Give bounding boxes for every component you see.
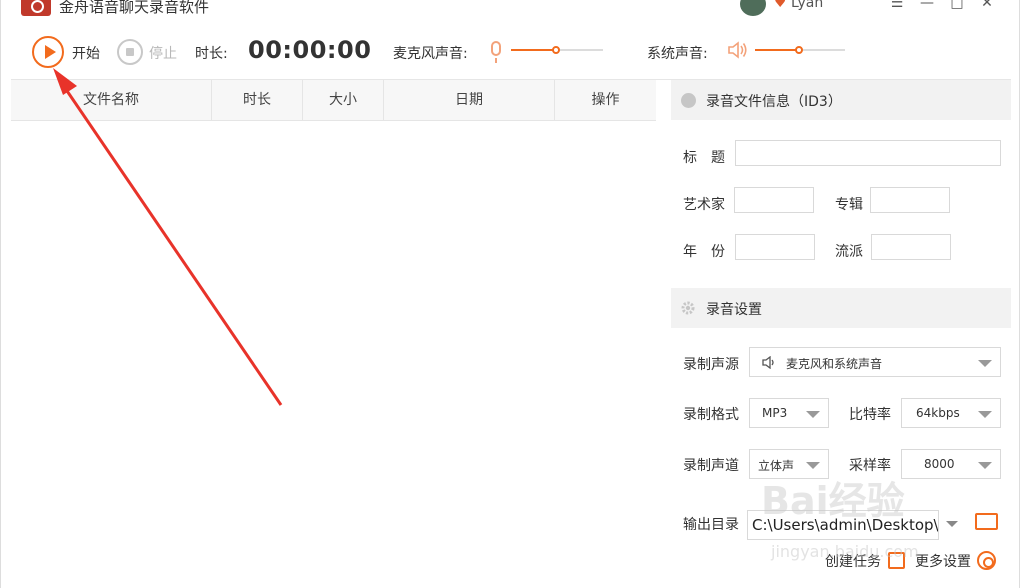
chevron-down-icon (978, 360, 992, 367)
mic-volume-label: 麦克风声音: (393, 46, 468, 62)
task-list-icon[interactable] (888, 552, 905, 569)
mic-volume-knob[interactable] (552, 46, 560, 54)
user-name[interactable]: Lyan (791, 0, 823, 11)
settings-section-header: 录音设置 (671, 288, 1011, 328)
artist-field[interactable] (734, 187, 814, 213)
source-label: 录制声源 (683, 357, 739, 373)
format-select[interactable]: MP3 (749, 398, 829, 428)
year-field[interactable] (735, 234, 815, 260)
year-field-label: 年 份 (683, 244, 725, 260)
settings-section-title: 录音设置 (706, 302, 762, 318)
format-label: 录制格式 (683, 407, 739, 423)
genre-field[interactable] (871, 234, 951, 260)
album-field-label: 专辑 (835, 197, 863, 213)
mic-volume-slider[interactable] (511, 46, 603, 54)
column-header-date[interactable]: 日期 (384, 80, 555, 120)
bitrate-label: 比特率 (849, 407, 891, 423)
speaker-icon[interactable] (727, 40, 749, 60)
chevron-down-icon (978, 411, 992, 418)
format-select-value: MP3 (762, 406, 788, 420)
mic-volume-fill (511, 49, 557, 51)
speaker-small-icon (762, 356, 774, 369)
system-volume-slider[interactable] (755, 46, 845, 54)
system-volume-label: 系统声音: (647, 46, 708, 62)
samplerate-select-value: 8000 (924, 457, 955, 471)
samplerate-select[interactable]: 8000 (901, 449, 1001, 479)
title-field[interactable] (735, 140, 1001, 166)
side-panel: 录音文件信息（ID3） 标 题 艺术家 专辑 年 份 流派 录音设置 录制声源 … (671, 80, 1011, 588)
output-dir-label: 输出目录 (683, 517, 739, 533)
folder-icon[interactable] (975, 513, 998, 530)
channel-select[interactable]: 立体声 (749, 449, 829, 479)
artist-field-label: 艺术家 (683, 197, 725, 213)
annotation-arrow (53, 68, 283, 406)
system-volume-knob[interactable] (795, 46, 803, 54)
more-settings-button[interactable]: 更多设置 (915, 551, 971, 571)
id3-section-title: 录音文件信息（ID3） (706, 94, 842, 110)
chevron-down-icon (806, 462, 820, 469)
bitrate-select[interactable]: 64kbps (901, 398, 1001, 428)
title-field-label: 标 题 (683, 150, 725, 166)
system-volume-fill (755, 49, 800, 51)
settings-gear-icon[interactable] (977, 551, 996, 570)
app-window: 金舟语音聊天录音软件 ♥ Lyan ☰ — □ ✕ 开始 停止 时长: 00:0… (0, 0, 1020, 588)
gear-icon (681, 301, 695, 315)
maximize-button[interactable]: □ (947, 0, 967, 12)
album-field[interactable] (870, 187, 950, 213)
avatar[interactable] (740, 0, 766, 16)
samplerate-label: 采样率 (849, 458, 891, 474)
chevron-down-icon[interactable] (946, 521, 958, 527)
source-select[interactable]: 麦克风和系统声音 (749, 347, 1001, 377)
disc-icon (681, 93, 696, 108)
channel-label: 录制声道 (683, 458, 739, 474)
chevron-down-icon (978, 462, 992, 469)
minimize-button[interactable]: — (917, 0, 937, 12)
close-button[interactable]: ✕ (977, 0, 997, 12)
create-task-button[interactable]: 创建任务 (825, 551, 881, 571)
source-select-value: 麦克风和系统声音 (786, 357, 883, 371)
chevron-down-icon (806, 411, 820, 418)
bitrate-select-value: 64kbps (916, 406, 960, 420)
output-dir-field[interactable]: C:\Users\admin\Desktop\ (747, 510, 939, 540)
microphone-icon[interactable] (491, 41, 501, 63)
column-header-actions: 操作 (591, 92, 620, 108)
vip-diamond-icon: ♥ (774, 0, 787, 11)
menu-icon[interactable]: ☰ (887, 0, 907, 12)
genre-field-label: 流派 (835, 244, 863, 260)
column-header-size[interactable]: 大小 (303, 80, 384, 120)
channel-select-value: 立体声 (758, 459, 795, 473)
id3-section-header: 录音文件信息（ID3） (671, 80, 1011, 120)
